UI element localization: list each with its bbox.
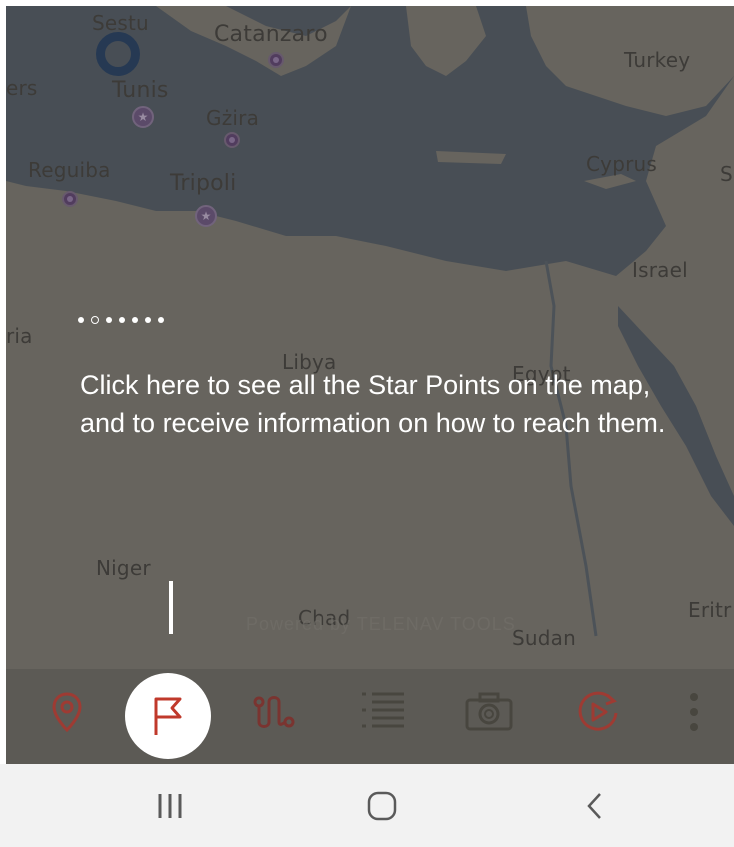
camera-icon[interactable] bbox=[464, 687, 514, 737]
onboarding-page-indicator bbox=[78, 316, 164, 324]
page-dot bbox=[145, 317, 151, 323]
page-dot bbox=[158, 317, 164, 323]
app-screen: Sestu Catanzaro Turkey ers Tunis Gżira R… bbox=[6, 6, 734, 764]
flag-icon bbox=[154, 697, 182, 735]
page-dot bbox=[78, 317, 84, 323]
home-icon[interactable] bbox=[362, 786, 402, 826]
tooltip-pointer-line bbox=[169, 581, 173, 634]
list-icon[interactable] bbox=[358, 687, 408, 737]
onboarding-tooltip-text: Click here to see all the Star Points on… bbox=[80, 370, 666, 438]
more-vertical-icon[interactable] bbox=[679, 687, 709, 737]
back-icon[interactable] bbox=[574, 786, 614, 826]
location-pin-icon[interactable] bbox=[42, 687, 92, 737]
flag-button-highlighted[interactable] bbox=[125, 673, 211, 759]
system-navigation-bar bbox=[0, 764, 734, 847]
page-dot-active bbox=[91, 316, 99, 324]
page-dot bbox=[132, 317, 138, 323]
route-icon[interactable] bbox=[249, 687, 299, 737]
page-dot bbox=[119, 317, 125, 323]
bottom-toolbar bbox=[6, 669, 734, 764]
replay-icon[interactable] bbox=[573, 687, 623, 737]
page-dot bbox=[106, 317, 112, 323]
recent-apps-icon[interactable] bbox=[150, 786, 190, 826]
